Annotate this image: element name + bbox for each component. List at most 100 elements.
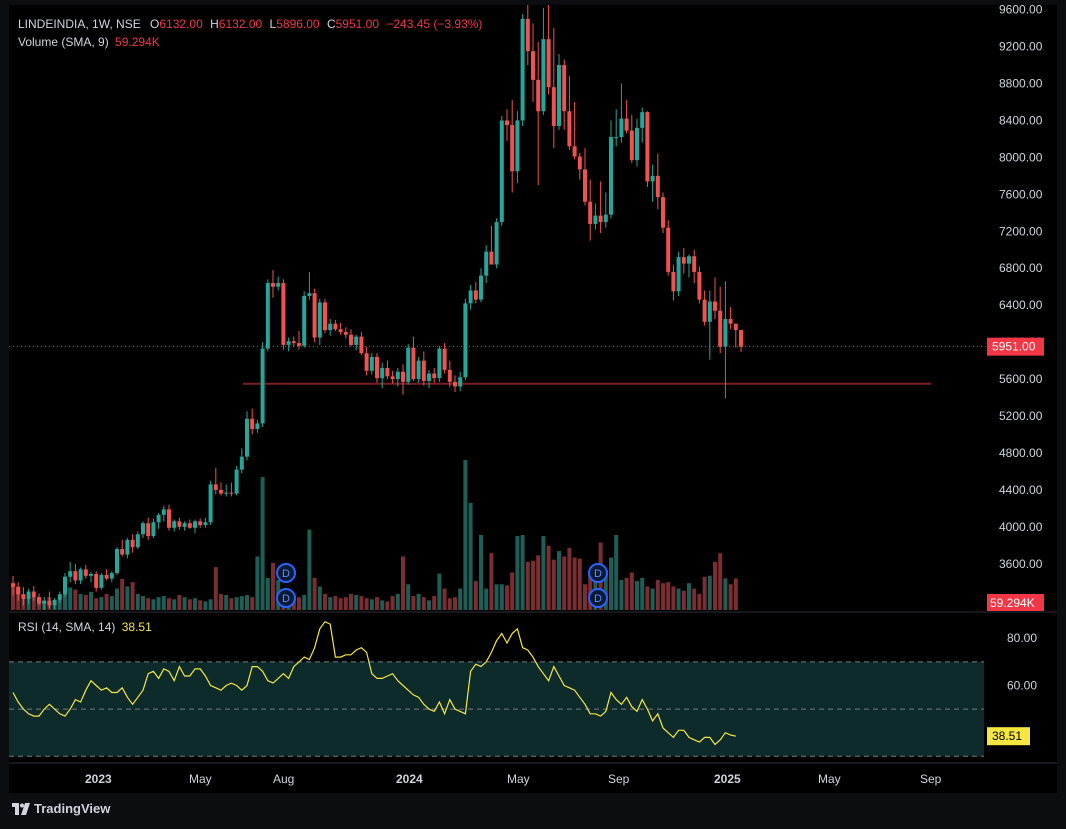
symbol-title: LINDEINDIA, 1W, NSE — [18, 17, 141, 31]
rsi-value: 38.51 — [121, 620, 152, 634]
candle-body — [146, 523, 151, 537]
volume-bar — [187, 599, 192, 610]
volume-bar — [531, 560, 535, 610]
tradingview-brand: TradingView — [34, 801, 111, 816]
candle-body — [421, 360, 426, 381]
volume-bar — [536, 555, 541, 610]
candle-body — [42, 600, 47, 604]
volume-bar — [609, 557, 613, 610]
volume-bar — [104, 593, 109, 610]
price-tick-label: 9600.00 — [999, 5, 1043, 17]
candle-body — [234, 469, 239, 494]
volume-bar — [515, 536, 520, 610]
volume-bar — [723, 578, 728, 610]
open-label: O — [150, 17, 160, 31]
price-tick-label: 7600.00 — [999, 187, 1043, 201]
volume-bar — [510, 572, 515, 610]
candle-body — [713, 301, 717, 311]
candle-body — [577, 156, 582, 170]
candle-body — [177, 521, 182, 527]
volume-bar — [338, 598, 343, 610]
price-tick-label: 3600.00 — [999, 557, 1043, 571]
volume-bar — [83, 595, 88, 610]
candle-body — [458, 377, 463, 387]
volume-bar — [78, 593, 83, 610]
volume-legend: Volume (SMA, 9) 59.294K — [18, 35, 160, 49]
candle-body — [468, 290, 473, 304]
candle-body — [343, 331, 348, 335]
volume-bar — [458, 588, 463, 610]
candle-body — [395, 371, 400, 380]
candle-body — [520, 18, 525, 121]
candle-body — [406, 347, 411, 382]
chart-svg[interactable]: 9600.00 9200.00 8800.00 8400.00 8000.00 7600.… — [9, 3, 1057, 793]
candle-body — [141, 523, 145, 535]
volume-bar — [650, 588, 655, 610]
candle-body — [375, 356, 379, 379]
candle-body — [187, 523, 192, 528]
candle-body — [291, 341, 296, 344]
volume-bar — [245, 595, 249, 610]
volume-bar — [130, 582, 135, 610]
volume-bar — [520, 535, 525, 610]
price-tick-label: 4800.00 — [999, 446, 1043, 460]
candle-body — [515, 120, 520, 172]
volume-bar — [375, 597, 379, 610]
volume-bar — [213, 567, 218, 610]
candle-body — [546, 39, 551, 88]
volume-bar — [640, 577, 645, 610]
candle-body — [505, 120, 509, 126]
candle-body — [494, 222, 499, 265]
volume-bar — [167, 598, 171, 610]
volume-bar — [297, 597, 301, 610]
candle-body — [728, 319, 733, 324]
price-tick-label: 5200.00 — [999, 409, 1043, 423]
chart-container[interactable]: 9600.00 9200.00 8800.00 8400.00 8000.00 7600.… — [9, 3, 1057, 793]
candle-body — [437, 348, 442, 379]
candle-body — [63, 576, 67, 595]
candle-body — [172, 521, 177, 528]
candle-body — [37, 597, 41, 604]
candle-body — [416, 360, 421, 380]
tradingview-footer[interactable]: TradingView — [12, 801, 110, 816]
candle-body — [442, 348, 447, 370]
volume-bar — [203, 601, 208, 610]
candle-body — [702, 299, 707, 322]
candle-body — [411, 347, 416, 380]
candle-body — [333, 323, 338, 330]
candle-body — [151, 522, 156, 537]
volume-bar — [583, 584, 587, 610]
volume-bar — [463, 460, 468, 610]
candle-body — [364, 353, 369, 371]
candle-body — [26, 591, 31, 599]
candle-body — [52, 599, 57, 606]
candle-body — [536, 79, 541, 112]
last-price-tag-label: 5951.00 — [992, 340, 1036, 354]
candle-body — [354, 336, 359, 345]
candle-body — [317, 302, 322, 338]
candle-body — [47, 600, 52, 606]
candle-body — [328, 323, 333, 331]
candle-body — [723, 319, 728, 347]
volume-bar — [302, 595, 307, 610]
candle-body — [432, 373, 437, 379]
high-value: 6132.00 — [218, 17, 263, 31]
candle-body — [208, 484, 213, 523]
price-tick-label: 8800.00 — [999, 77, 1043, 91]
candle-body — [219, 489, 223, 494]
time-tick-label: May — [818, 772, 841, 786]
candle-body — [692, 256, 697, 272]
candle-body — [572, 146, 577, 157]
candle-body — [427, 373, 431, 381]
candle-body — [271, 283, 275, 287]
candle-body — [16, 586, 21, 595]
candle-body — [635, 127, 639, 161]
candle-body — [557, 65, 561, 126]
candle-body — [541, 39, 546, 112]
volume-bar — [120, 578, 125, 610]
volume-bar — [687, 583, 691, 610]
rsi-legend: RSI (14, SMA, 14) 38.51 — [18, 620, 152, 634]
candle-body — [359, 336, 364, 354]
open-value: 6132.00 — [159, 17, 203, 31]
volume-bar — [250, 597, 255, 610]
